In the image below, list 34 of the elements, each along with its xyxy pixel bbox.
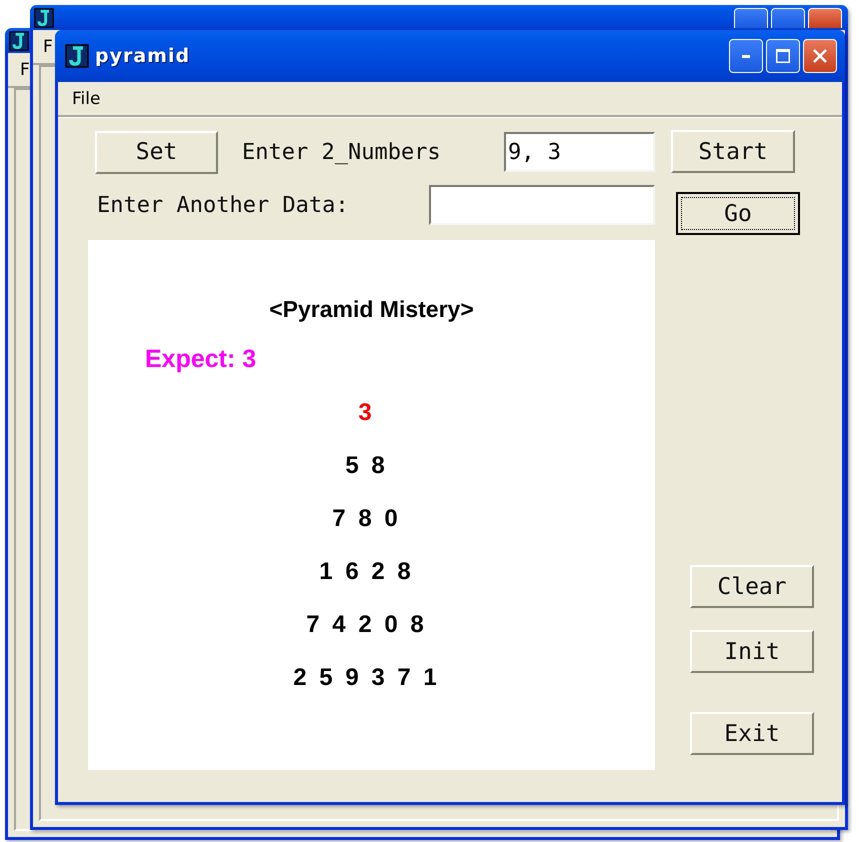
pyramid-heading: <Pyramid Mistery> [269,296,474,323]
pyramid-row: 7 4 2 0 8 [306,610,427,639]
maximize-icon [776,49,790,63]
pyramid-row: 5 8 [345,451,388,480]
menu-item[interactable]: File [68,88,104,108]
side-button[interactable]: Start [671,130,795,173]
pyramid-row: 7 8 0 [332,504,401,533]
close-button[interactable] [803,39,837,73]
expect-text: Expect: 3 [145,345,256,374]
side-button[interactable]: Exit [690,712,814,755]
close-icon [813,49,827,63]
java-icon [9,31,29,51]
pyramid-row: 2 5 9 3 7 1 [293,663,440,692]
maximize-button[interactable] [766,39,800,73]
minimize-button[interactable] [729,39,763,73]
maximize-button[interactable] [771,8,805,28]
data-field[interactable] [429,185,655,225]
minimize-icon [742,54,750,58]
java-icon [65,44,89,68]
close-button[interactable] [808,8,842,28]
menu-item[interactable]: F [43,36,53,56]
pyramid-row: 3 [358,398,375,427]
side-button[interactable]: Go [676,192,800,235]
side-button[interactable]: Clear [690,565,814,608]
window-title: pyramid [95,45,192,67]
menu-item[interactable]: F [20,60,30,80]
set-button[interactable]: Set [95,130,218,174]
side-button[interactable]: Init [690,630,814,673]
pyramid-row: 1 6 2 8 [319,557,414,586]
minimize-button[interactable] [734,8,768,28]
numbers-field[interactable]: 9, 3 [504,132,655,172]
data-label: Enter Another Data: [97,192,349,218]
java-icon [34,8,54,28]
numbers-label: Enter 2_Numbers [242,140,441,164]
